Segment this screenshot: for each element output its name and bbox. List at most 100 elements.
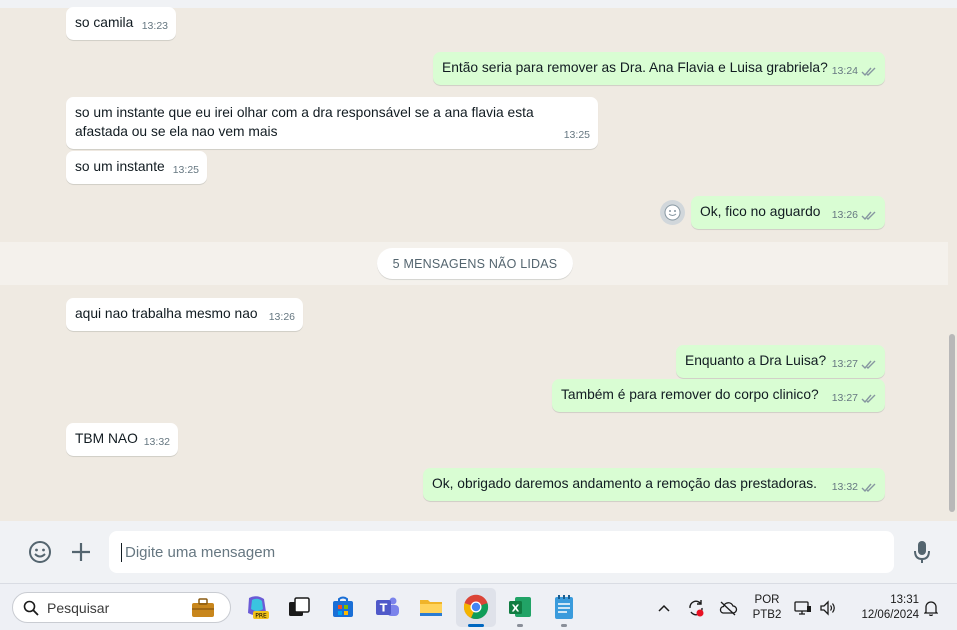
voice-message-button[interactable] xyxy=(909,539,935,565)
message-meta: 13:26 xyxy=(832,206,877,225)
search-label: Pesquisar xyxy=(47,599,110,616)
message-text: so um instante que eu irei olhar com a d… xyxy=(75,105,534,139)
double-check-icon xyxy=(861,483,876,493)
folder-icon xyxy=(420,600,442,616)
attach-button[interactable] xyxy=(68,539,94,565)
message-meta: 13:25 xyxy=(173,161,199,180)
message-time: 13:26 xyxy=(831,209,858,221)
message-incoming[interactable]: so um instante que eu irei olhar com a d… xyxy=(66,97,598,149)
store-icon xyxy=(333,596,353,617)
taskbar-task-view[interactable] xyxy=(285,593,313,621)
plus-icon xyxy=(72,543,90,561)
message-text: Ok, obrigado daremos andamento a remoção… xyxy=(432,476,817,491)
language-code: POR xyxy=(754,594,780,606)
message-incoming[interactable]: so camila 13:23 xyxy=(66,7,176,40)
taskbar-search[interactable]: Pesquisar xyxy=(12,592,231,623)
message-text: Então seria para remover as Dra. Ana Fla… xyxy=(442,60,828,75)
speaker-icon xyxy=(820,599,835,616)
smiley-icon xyxy=(29,541,51,563)
chevron-up-icon xyxy=(658,604,670,612)
emoji-button[interactable] xyxy=(27,539,53,565)
copilot-icon: PRE xyxy=(248,596,269,620)
message-composer: Digite uma mensagem xyxy=(0,521,957,583)
taskbar-excel[interactable]: X xyxy=(506,593,534,621)
clock-time: 13:31 xyxy=(890,594,919,606)
message-time: 13:32 xyxy=(831,481,858,493)
chrome-icon xyxy=(463,594,489,620)
teams-icon: T xyxy=(376,597,399,616)
input-language-indicator[interactable]: POR PTB2 xyxy=(750,593,784,623)
message-input-placeholder: Digite uma mensagem xyxy=(125,543,276,561)
message-time: 13:25 xyxy=(563,129,590,141)
notifications-button[interactable] xyxy=(921,584,941,630)
message-input[interactable]: Digite uma mensagem xyxy=(109,531,894,573)
message-meta: 13:32 xyxy=(832,478,877,497)
smiley-icon xyxy=(664,204,681,221)
message-meta: 13:27 xyxy=(832,355,877,374)
clock-date: 12/06/2024 xyxy=(861,609,919,621)
message-text: Também é para remover do corpo clinico? xyxy=(561,387,819,402)
running-indicator xyxy=(468,624,484,627)
network-icon xyxy=(794,600,811,615)
taskbar-notepad[interactable] xyxy=(550,593,578,621)
show-hidden-icons-button[interactable] xyxy=(655,584,673,630)
message-meta: 13:25 xyxy=(564,126,590,145)
message-time: 13:23 xyxy=(141,20,168,32)
taskbar-microsoft-store[interactable] xyxy=(329,593,357,621)
network-status[interactable] xyxy=(793,584,813,630)
double-check-icon xyxy=(861,67,876,77)
message-time: 13:26 xyxy=(268,311,295,323)
svg-text:T: T xyxy=(380,602,388,615)
message-incoming[interactable]: TBM NAO 13:32 xyxy=(66,423,178,456)
chat-area: so camila 13:23 Então seria para remover… xyxy=(0,0,957,521)
message-meta: 13:23 xyxy=(142,17,168,36)
running-indicator xyxy=(561,624,567,627)
taskbar-teams[interactable]: T xyxy=(373,593,401,621)
briefcase-icon xyxy=(192,598,214,617)
message-outgoing[interactable]: Também é para remover do corpo clinico? … xyxy=(552,379,885,412)
message-text: aqui nao trabalha mesmo nao xyxy=(75,306,258,321)
message-meta: 13:26 xyxy=(269,308,295,327)
message-outgoing[interactable]: Ok, fico no aguardo 13:26 xyxy=(691,196,885,229)
system-clock[interactable]: 13:31 12/06/2024 xyxy=(849,593,919,623)
message-time: 13:24 xyxy=(831,65,858,77)
message-outgoing[interactable]: Enquanto a Dra Luisa? 13:27 xyxy=(676,345,885,378)
message-time: 13:27 xyxy=(831,392,858,404)
taskbar-copilot[interactable]: PRE xyxy=(243,593,271,621)
taskbar-file-explorer[interactable] xyxy=(417,593,445,621)
bell-icon xyxy=(924,600,938,616)
message-outgoing[interactable]: Ok, obrigado daremos andamento a remoção… xyxy=(423,468,885,501)
message-time: 13:32 xyxy=(143,436,170,448)
message-incoming[interactable]: so um instante 13:25 xyxy=(66,151,207,184)
react-emoji-button[interactable] xyxy=(660,200,685,225)
chat-scrollbar[interactable] xyxy=(949,334,955,512)
cloud-off-icon xyxy=(719,601,738,615)
message-time: 13:25 xyxy=(172,164,199,176)
message-outgoing[interactable]: Então seria para remover as Dra. Ana Fla… xyxy=(433,52,885,85)
taskbar-chrome[interactable] xyxy=(462,593,490,621)
message-meta: 13:27 xyxy=(832,389,877,408)
search-icon xyxy=(23,600,39,616)
notepad-icon xyxy=(555,595,573,619)
text-caret xyxy=(121,542,122,562)
message-meta: 13:32 xyxy=(144,433,170,452)
microphone-icon xyxy=(914,541,930,563)
onedrive-status[interactable] xyxy=(717,584,739,630)
volume-control[interactable] xyxy=(817,584,839,630)
sync-icon xyxy=(689,599,704,616)
double-check-icon xyxy=(861,211,876,221)
task-view-icon xyxy=(289,597,310,616)
sync-status[interactable] xyxy=(685,584,707,630)
excel-icon: X xyxy=(509,597,531,617)
windows-taskbar: Pesquisar PRE T X POR PTB2 13:31 12/06/2… xyxy=(0,583,957,630)
message-incoming[interactable]: aqui nao trabalha mesmo nao 13:26 xyxy=(66,298,303,331)
message-time: 13:27 xyxy=(831,358,858,370)
unread-messages-badge: 5 MENSAGENS NÃO LIDAS xyxy=(377,248,573,279)
keyboard-layout: PTB2 xyxy=(752,609,782,621)
double-check-icon xyxy=(861,360,876,370)
message-meta: 13:24 xyxy=(832,62,877,81)
double-check-icon xyxy=(861,394,876,404)
svg-text:PRE: PRE xyxy=(255,613,267,620)
running-indicator xyxy=(517,624,523,627)
svg-text:X: X xyxy=(512,604,520,615)
